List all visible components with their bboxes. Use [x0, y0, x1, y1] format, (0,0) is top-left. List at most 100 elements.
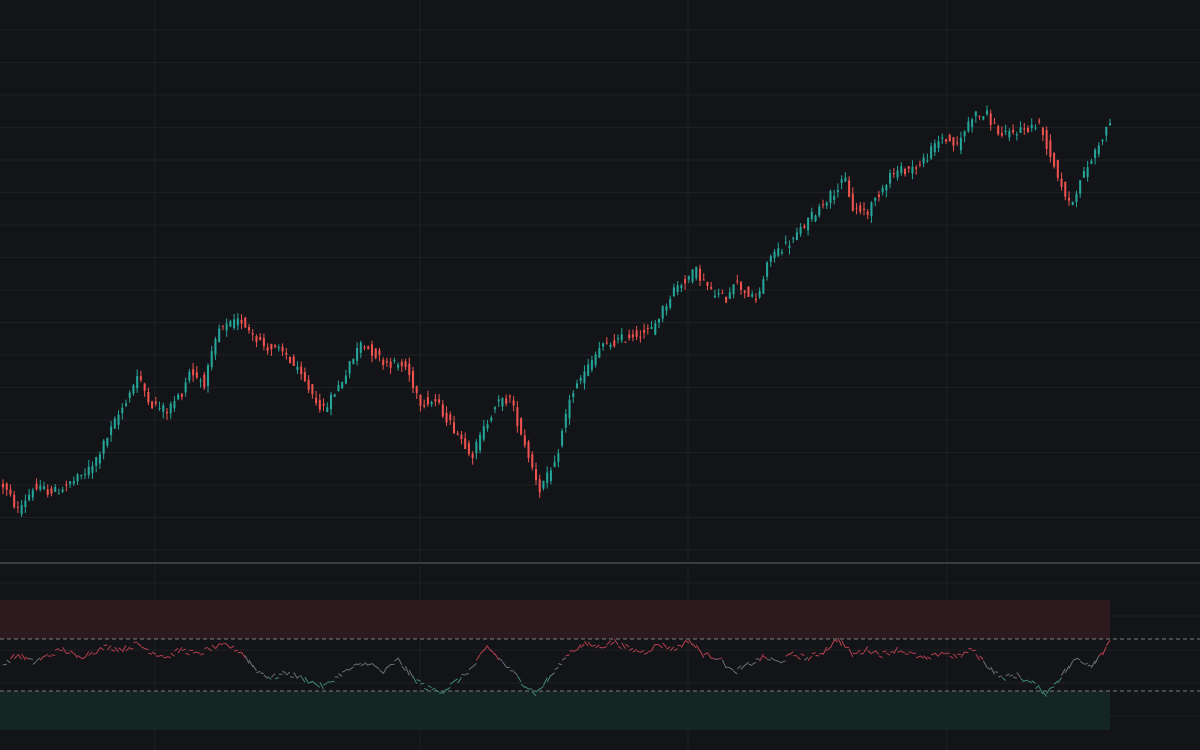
- candle-body: [61, 489, 64, 492]
- candle-body: [691, 269, 694, 282]
- candle-body: [549, 470, 552, 481]
- candle-body: [956, 142, 959, 144]
- oscillator-segment: [718, 657, 723, 660]
- candle-body: [430, 402, 433, 405]
- candle-body: [274, 345, 277, 347]
- candle-body: [199, 380, 202, 382]
- candle-body: [110, 426, 113, 435]
- candle-body: [192, 369, 195, 376]
- oscillator-segment: [163, 656, 168, 659]
- candle-body: [971, 119, 974, 127]
- candle-body: [262, 338, 265, 346]
- candle-body: [139, 376, 142, 381]
- candle-body: [218, 328, 221, 342]
- candle-body: [490, 417, 493, 421]
- candle-body: [698, 268, 702, 281]
- candle-body: [553, 461, 556, 468]
- candle-body: [967, 121, 970, 132]
- oscillator-segment: [726, 666, 730, 669]
- candle-body: [493, 407, 497, 410]
- candle-body: [680, 285, 683, 289]
- candle-body: [303, 372, 306, 382]
- candle-body: [605, 342, 608, 344]
- candle-body: [464, 438, 467, 449]
- candle: [151, 400, 154, 410]
- candle-body: [136, 376, 139, 389]
- candle-body: [359, 342, 362, 353]
- candle-body: [1026, 128, 1030, 132]
- candle-body: [1049, 140, 1052, 157]
- candle-body: [926, 159, 929, 161]
- candle-body: [583, 371, 586, 384]
- candle: [997, 124, 1000, 136]
- candle-body: [516, 407, 519, 426]
- candle-body: [780, 252, 784, 254]
- candle-body: [978, 115, 981, 117]
- candle-body: [389, 361, 392, 368]
- chart-area: [0, 0, 1200, 750]
- candle-body: [885, 185, 888, 191]
- candle: [244, 316, 247, 328]
- candle-body: [616, 338, 620, 340]
- candle-body: [57, 493, 60, 495]
- candle-body: [587, 364, 590, 376]
- candle-body: [452, 422, 456, 434]
- candle-body: [769, 256, 772, 262]
- candle-body: [143, 383, 146, 391]
- candle-body: [766, 262, 769, 277]
- candle-body: [833, 196, 836, 200]
- candle-body: [1090, 160, 1093, 164]
- candle-body: [754, 298, 757, 301]
- candle-body: [240, 319, 243, 324]
- candle-body: [423, 404, 426, 407]
- candle-body: [684, 279, 687, 284]
- candle-body: [177, 394, 180, 400]
- candle-body: [415, 386, 418, 394]
- candle-body: [460, 434, 463, 439]
- candle-body: [803, 225, 806, 228]
- candle-body: [247, 327, 251, 331]
- candle-body: [87, 466, 90, 476]
- candle-body: [747, 286, 750, 297]
- candle-body: [650, 327, 653, 329]
- candle-body: [520, 418, 523, 435]
- candle-body: [1064, 181, 1067, 197]
- candle-body: [169, 403, 172, 414]
- candle-body: [1101, 139, 1104, 142]
- candle-body: [98, 454, 101, 464]
- candle-body: [326, 407, 329, 412]
- candle-body: [889, 172, 892, 184]
- candle-body: [687, 276, 690, 280]
- candle-body: [572, 393, 575, 397]
- candle-body: [356, 347, 359, 361]
- candle: [725, 296, 728, 304]
- candle-body: [911, 166, 914, 174]
- candle-body: [792, 238, 795, 240]
- oscillator-segment: [647, 650, 652, 653]
- candle-body: [732, 284, 735, 295]
- candle-body: [661, 306, 664, 319]
- candle-body: [221, 325, 224, 327]
- candle-body: [1023, 128, 1026, 130]
- candle-body: [993, 122, 996, 124]
- candle-body: [471, 453, 474, 458]
- candle-body: [922, 157, 925, 164]
- candle-body: [788, 245, 791, 248]
- candle-body: [400, 361, 403, 367]
- candle-body: [821, 204, 825, 206]
- candle-body: [419, 395, 422, 406]
- candle-body: [1060, 178, 1063, 187]
- candle-body: [568, 399, 571, 419]
- candle-body: [1094, 149, 1097, 159]
- candle-body: [557, 453, 560, 462]
- candle-body: [807, 218, 810, 231]
- candle-body: [341, 382, 344, 389]
- candle-body: [777, 248, 780, 256]
- candle-body: [210, 351, 213, 368]
- candle-body: [486, 424, 489, 429]
- candle-body: [717, 293, 720, 295]
- candle-body: [866, 211, 869, 215]
- candle: [479, 431, 482, 454]
- candle-body: [165, 411, 169, 414]
- candle-body: [497, 399, 500, 402]
